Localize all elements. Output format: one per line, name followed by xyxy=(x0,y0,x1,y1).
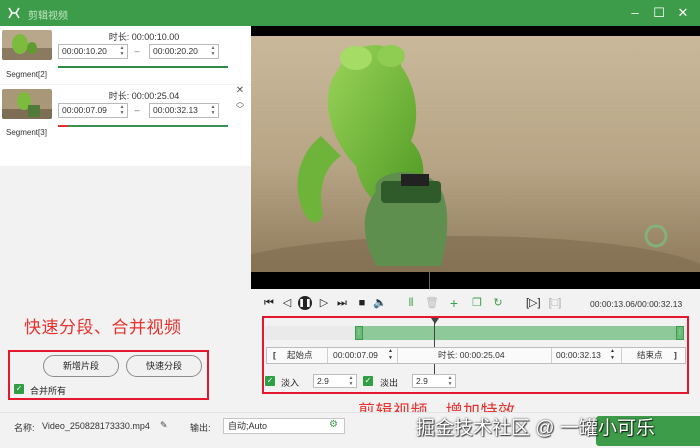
add-icon[interactable]: + xyxy=(447,296,461,310)
divider xyxy=(621,348,622,363)
title-bar: 剪辑视频 – ☐ ✕ xyxy=(0,0,700,26)
spin-arrows-icon[interactable]: ▲ ▼ xyxy=(388,348,393,363)
fade-out-label: 淡出 xyxy=(380,378,399,388)
spin-arrows-icon[interactable]: ▲ ▼ xyxy=(210,104,216,116)
fade-in-label: 淡入 xyxy=(281,378,300,388)
output-label: 输出: xyxy=(190,423,211,433)
end-bracket: ] xyxy=(674,350,677,360)
maximize-icon[interactable]: ☐ xyxy=(650,4,668,22)
overlay-caption-left: 快速分段、合并视频 xyxy=(24,318,182,337)
segment-name: Segment[2] xyxy=(6,70,47,79)
edit-name-icon[interactable]: ✎ xyxy=(160,420,168,431)
file-name: Video_250828173330.mp4 xyxy=(42,421,150,431)
trim-fields: [ 起始点 00:00:07.09 ▲ ▼ 时长: 00:00:25.04 00:… xyxy=(266,347,686,364)
spin-arrows-icon[interactable]: ▲ ▼ xyxy=(610,348,615,363)
delete-segment-icon[interactable]: ✕ xyxy=(235,86,245,96)
start-time-input[interactable]: 00:00:07.09 xyxy=(333,348,378,363)
segment-name: Segment[3] xyxy=(6,128,47,137)
trim-start-handle[interactable]: ⋮ xyxy=(355,326,363,340)
segment-thumbnail xyxy=(2,30,52,60)
close-icon[interactable]: ✕ xyxy=(674,4,692,22)
merge-all-checkbox[interactable]: ✓ xyxy=(14,384,24,394)
segment-item[interactable]: Segment[3] 时长: 00:00:25.04 00:00:07.09 ▲… xyxy=(0,85,251,166)
divider xyxy=(397,348,398,363)
start-bracket: [ xyxy=(273,350,276,360)
segment-thumbnail xyxy=(2,89,52,119)
timeline-track-end xyxy=(684,326,687,340)
stop-icon[interactable]: ■ xyxy=(355,296,369,310)
step-back-icon[interactable]: ◁ xyxy=(280,296,294,310)
add-segment-button[interactable]: 新增片段 xyxy=(43,355,119,377)
pause-icon[interactable]: ❚❚ xyxy=(298,296,312,310)
segment-start-input[interactable]: 00:00:10.20 ▲ ▼ xyxy=(58,44,128,59)
quick-split-button[interactable]: 快速分段 xyxy=(126,355,202,377)
minimize-icon[interactable]: – xyxy=(626,4,644,22)
set-end-button[interactable]: 结束点 xyxy=(637,348,663,363)
copy-icon[interactable]: ❐ xyxy=(470,296,484,310)
volume-icon[interactable]: 🔈 xyxy=(373,296,387,310)
split-icon[interactable]: ⫴ xyxy=(404,296,418,310)
mark-out-icon[interactable]: [□] xyxy=(548,296,562,310)
timeline-track[interactable] xyxy=(265,326,355,340)
range-dash: – xyxy=(134,46,140,56)
fade-out-input[interactable]: 2.9 ▲ ▼ xyxy=(412,374,456,388)
playhead-marker-icon[interactable] xyxy=(431,318,439,324)
playback-time: 00:00:13.06/00:00:32.13 xyxy=(590,299,683,309)
fade-out-checkbox[interactable]: ✓ xyxy=(363,376,373,386)
segment-item[interactable]: Segment[2] 时长: 00:00:10.00 00:00:10.20 ▲… xyxy=(0,26,251,84)
chevron-down-icon[interactable]: ﹀ xyxy=(235,105,245,115)
segment-trim-bar xyxy=(58,66,228,68)
segment-panel: Segment[2] 时长: 00:00:10.00 00:00:10.20 ▲… xyxy=(0,26,251,412)
timeline-selection[interactable] xyxy=(355,326,684,340)
reset-icon[interactable]: ↻ xyxy=(491,296,505,310)
watermark: 掘金技术社区 @ 一罐小可乐 xyxy=(416,418,655,439)
trim-end-handle[interactable]: ⋮ xyxy=(676,326,684,340)
fade-in-input[interactable]: 2.9 ▲ ▼ xyxy=(313,374,357,388)
name-label: 名称: xyxy=(14,423,35,433)
video-preview[interactable] xyxy=(251,26,700,289)
segment-trim-bar xyxy=(58,125,228,127)
spin-arrows-icon[interactable]: ▲ ▼ xyxy=(348,375,354,387)
segment-end-input[interactable]: 00:00:20.20 ▲ ▼ xyxy=(149,44,219,59)
delete-icon[interactable]: 🗑 xyxy=(425,296,439,310)
end-time-input[interactable]: 00:00:32.13 xyxy=(556,348,601,363)
trim-duration: 时长: 00:00:25.04 xyxy=(438,350,505,360)
divider xyxy=(551,348,552,363)
output-settings-icon[interactable]: ⚙ xyxy=(329,419,338,430)
segment-trim-marker xyxy=(58,125,68,127)
step-forward-icon[interactable]: ▷ xyxy=(317,296,331,310)
window-title: 剪辑视频 xyxy=(28,11,68,22)
spin-arrows-icon[interactable]: ▲ ▼ xyxy=(210,45,216,57)
merge-all-label: 合并所有 xyxy=(30,386,67,396)
segment-duration: 时长: 00:00:25.04 xyxy=(108,91,180,101)
segment-start-input[interactable]: 00:00:07.09 ▲ ▼ xyxy=(58,103,128,118)
spin-arrows-icon[interactable]: ▲ ▼ xyxy=(119,45,125,57)
output-path-input[interactable]: 自动;Auto xyxy=(223,418,345,434)
segment-duration: 时长: 00:00:10.00 xyxy=(108,32,180,42)
fade-in-checkbox[interactable]: ✓ xyxy=(265,376,275,386)
app-logo-icon xyxy=(8,7,20,19)
mark-in-icon[interactable]: [▷] xyxy=(526,296,541,310)
skip-to-start-icon[interactable]: ⏮ xyxy=(262,296,276,310)
range-dash: – xyxy=(134,105,140,115)
divider xyxy=(327,348,328,363)
set-start-button[interactable]: 起始点 xyxy=(287,348,313,363)
spin-arrows-icon[interactable]: ▲ ▼ xyxy=(119,104,125,116)
segment-end-input[interactable]: 00:00:32.13 ▲ ▼ xyxy=(149,103,219,118)
skip-to-end-icon[interactable]: ⏭ xyxy=(335,296,349,310)
spin-arrows-icon[interactable]: ▲ ▼ xyxy=(447,375,453,387)
